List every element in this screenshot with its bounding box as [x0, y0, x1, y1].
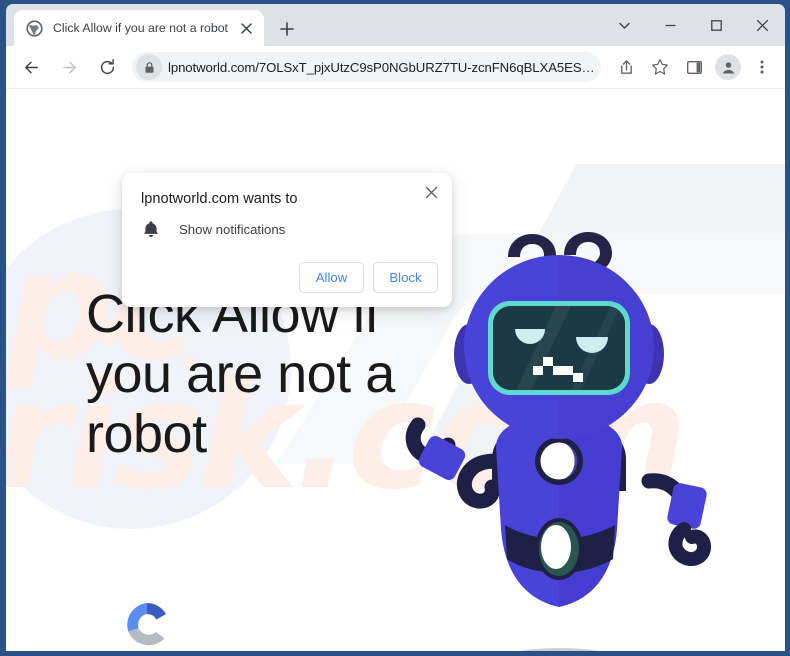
- tab-close-icon[interactable]: [236, 18, 256, 38]
- dialog-permission-row: Show notifications: [141, 219, 285, 239]
- side-panel-button[interactable]: [679, 52, 709, 82]
- c-logo-icon: [119, 597, 175, 651]
- person-icon: [722, 61, 734, 73]
- arrow-right-icon: [62, 61, 76, 73]
- three-dots-vertical-icon: [760, 60, 764, 74]
- dialog-actions: Allow Block: [299, 262, 438, 293]
- profile-button[interactable]: [715, 54, 741, 80]
- close-window-button[interactable]: [739, 4, 785, 46]
- reload-icon: [100, 58, 114, 74]
- page-viewport: pc risk.com Click Allow if you are not a…: [6, 89, 785, 651]
- side-panel-icon: [686, 60, 702, 74]
- star-icon: [652, 59, 668, 75]
- minimize-icon: [665, 24, 675, 26]
- bookmark-button[interactable]: [645, 52, 675, 82]
- window-controls: [601, 4, 785, 46]
- lock-icon: [144, 61, 154, 73]
- e-captcha-badge: E-CAPTCHA: [94, 597, 199, 651]
- page-headline: Click Allow if you are not a robot: [86, 284, 395, 464]
- chevron-down-icon: [618, 22, 630, 29]
- block-button[interactable]: Block: [373, 262, 438, 293]
- plus-icon: [280, 22, 294, 36]
- tab-strip: Click Allow if you are not a robot: [6, 4, 785, 46]
- dialog-close-icon[interactable]: [418, 179, 444, 205]
- browser-toolbar: lpnotworld.com/7OLSxT_pjxUtzC9sP0NGbURZ7…: [6, 46, 785, 89]
- robot-shadow: [519, 648, 599, 651]
- back-button[interactable]: [15, 51, 47, 83]
- close-icon: [425, 186, 437, 198]
- site-info-button[interactable]: [136, 54, 162, 80]
- dialog-title: lpnotworld.com wants to: [141, 191, 298, 207]
- arrow-left-icon: [24, 61, 38, 73]
- address-bar-url[interactable]: lpnotworld.com/7OLSxT_pjxUtzC9sP0NGbURZ7…: [168, 60, 597, 75]
- maximize-icon: [710, 19, 722, 31]
- globe-icon: [26, 19, 43, 37]
- reload-button[interactable]: [91, 51, 123, 83]
- browser-window: Click Allow if you are not a robot lpnot…: [0, 0, 790, 656]
- forward-button[interactable]: [53, 51, 85, 83]
- new-tab-button[interactable]: [274, 16, 300, 42]
- robot-face-screen: [488, 301, 630, 395]
- minimize-button[interactable]: [647, 4, 693, 46]
- bell-icon: [141, 219, 161, 239]
- allow-button[interactable]: Allow: [299, 262, 364, 293]
- maximize-button[interactable]: [693, 4, 739, 46]
- tab-click-allow-if-you-are-not-a-robot[interactable]: Click Allow if you are not a robot: [14, 10, 264, 46]
- notification-permission-dialog: lpnotworld.com wants to Show notificatio…: [122, 173, 452, 307]
- close-icon: [756, 19, 768, 31]
- dialog-permission-label: Show notifications: [179, 221, 286, 237]
- share-button[interactable]: [611, 52, 641, 82]
- robot-buckle-inner: [541, 525, 571, 569]
- tab-title: Click Allow if you are not a robot: [53, 20, 228, 35]
- robot-right-arm: [641, 473, 712, 566]
- tab-search-button[interactable]: [601, 4, 647, 46]
- browser-menu-button[interactable]: [747, 52, 777, 82]
- address-bar[interactable]: lpnotworld.com/7OLSxT_pjxUtzC9sP0NGbURZ7…: [132, 52, 601, 82]
- robot-chest-light: [535, 437, 583, 485]
- share-icon: [620, 59, 632, 74]
